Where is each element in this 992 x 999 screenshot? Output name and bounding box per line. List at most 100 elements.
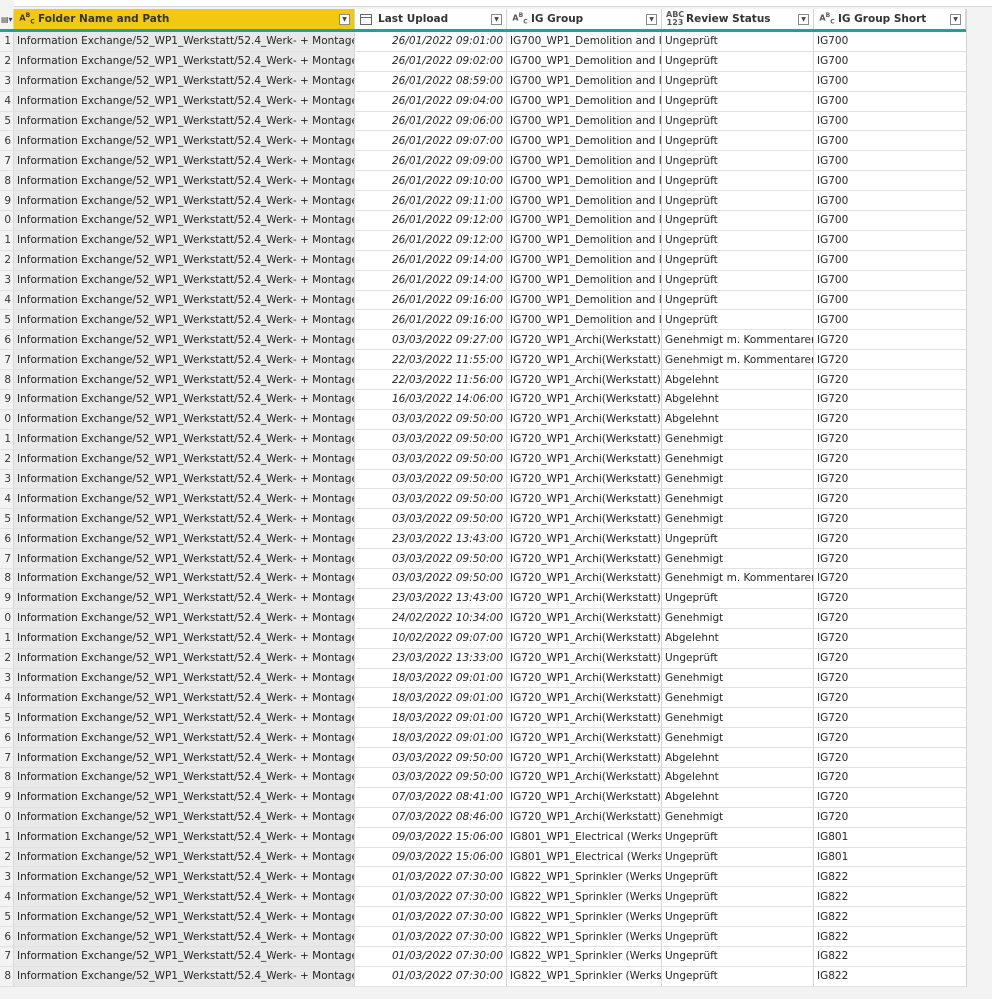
- cell-folder[interactable]: Information Exchange/52_WP1_Werkstatt/52…: [14, 310, 355, 330]
- cell-review-status[interactable]: Ungeprüft: [662, 191, 814, 211]
- cell-last-upload[interactable]: 01/03/2022 07:30:00: [355, 927, 507, 946]
- cell-folder[interactable]: Information Exchange/52_WP1_Werkstatt/52…: [14, 111, 355, 131]
- cell-ig-group-short[interactable]: IG700: [814, 251, 966, 270]
- table-row[interactable]: 7 Information Exchange/52_WP1_Werkstatt/5…: [0, 151, 966, 172]
- cell-last-upload[interactable]: 18/03/2022 09:01:00: [355, 708, 507, 728]
- cell-ig-group[interactable]: IG720_WP1_Archi(Werkstatt)...: [507, 429, 662, 449]
- table-row[interactable]: 8 Information Exchange/52_WP1_Werkstatt/5…: [0, 171, 966, 192]
- cell-ig-group[interactable]: IG720_WP1_Archi(Werkstatt)...: [507, 330, 662, 350]
- cell-ig-group-short[interactable]: IG700: [814, 231, 966, 250]
- table-row[interactable]: 1 Information Exchange/52_WP1_Werkstatt/5…: [0, 827, 966, 848]
- cell-ig-group-short[interactable]: IG720: [814, 609, 966, 628]
- cell-last-upload[interactable]: 07/03/2022 08:41:00: [355, 787, 507, 807]
- cell-ig-group-short[interactable]: IG720: [814, 808, 966, 827]
- cell-ig-group-short[interactable]: IG720: [814, 350, 966, 369]
- cell-last-upload[interactable]: 01/03/2022 07:30:00: [355, 946, 507, 966]
- row-number[interactable]: 1: [0, 230, 14, 250]
- cell-ig-group-short[interactable]: IG720: [814, 370, 966, 389]
- cell-folder[interactable]: Information Exchange/52_WP1_Werkstatt/52…: [14, 71, 355, 91]
- row-number[interactable]: 6: [0, 529, 14, 549]
- cell-review-status[interactable]: Ungeprüft: [662, 648, 814, 668]
- cell-ig-group-short[interactable]: IG720: [814, 489, 966, 508]
- column-header-ig-group-short[interactable]: ABC IG Group Short ▼: [814, 9, 966, 29]
- row-number[interactable]: 5: [0, 310, 14, 330]
- cell-folder[interactable]: Information Exchange/52_WP1_Werkstatt/52…: [14, 728, 355, 748]
- cell-review-status[interactable]: Abgelehnt: [662, 767, 814, 787]
- cell-ig-group[interactable]: IG700_WP1_Demolition and I...: [507, 111, 662, 131]
- cell-ig-group-short[interactable]: IG700: [814, 291, 966, 310]
- table-row[interactable]: 6 Information Exchange/52_WP1_Werkstatt/5…: [0, 131, 966, 152]
- cell-ig-group-short[interactable]: IG720: [814, 430, 966, 449]
- cell-review-status[interactable]: Ungeprüft: [662, 907, 814, 927]
- cell-review-status[interactable]: Ungeprüft: [662, 91, 814, 111]
- row-number[interactable]: 9: [0, 390, 14, 409]
- cell-ig-group-short[interactable]: IG720: [814, 390, 966, 409]
- table-row[interactable]: 0 Information Exchange/52_WP1_Werkstatt/5…: [0, 409, 966, 430]
- row-number[interactable]: 8: [0, 966, 14, 986]
- cell-last-upload[interactable]: 26/01/2022 09:12:00: [355, 230, 507, 250]
- cell-ig-group[interactable]: IG700_WP1_Demolition and I...: [507, 310, 662, 330]
- row-number[interactable]: 4: [0, 91, 14, 111]
- row-number[interactable]: 2: [0, 648, 14, 668]
- cell-ig-group-short[interactable]: IG700: [814, 310, 966, 329]
- cell-folder[interactable]: Information Exchange/52_WP1_Werkstatt/52…: [14, 767, 355, 787]
- table-row[interactable]: 8 Information Exchange/52_WP1_Werkstatt/5…: [0, 370, 966, 391]
- cell-ig-group-short[interactable]: IG720: [814, 569, 966, 588]
- cell-review-status[interactable]: Ungeprüft: [662, 71, 814, 91]
- table-row[interactable]: 4 Information Exchange/52_WP1_Werkstatt/5…: [0, 887, 966, 908]
- cell-review-status[interactable]: Ungeprüft: [662, 250, 814, 270]
- cell-ig-group[interactable]: IG801_WP1_Electrical (Werks...: [507, 827, 662, 847]
- cell-ig-group[interactable]: IG700_WP1_Demolition and I...: [507, 191, 662, 211]
- cell-last-upload[interactable]: 01/03/2022 07:30:00: [355, 907, 507, 927]
- cell-review-status[interactable]: Ungeprüft: [662, 290, 814, 310]
- row-number[interactable]: 8: [0, 569, 14, 588]
- cell-last-upload[interactable]: 16/03/2022 14:06:00: [355, 390, 507, 409]
- column-header-ig-group[interactable]: ABC IG Group ▼: [507, 9, 662, 29]
- cell-folder[interactable]: Information Exchange/52_WP1_Werkstatt/52…: [14, 946, 355, 966]
- cell-last-upload[interactable]: 26/01/2022 09:16:00: [355, 290, 507, 310]
- table-row[interactable]: 2 Information Exchange/52_WP1_Werkstatt/5…: [0, 648, 966, 669]
- cell-review-status[interactable]: Genehmigt: [662, 608, 814, 628]
- cell-review-status[interactable]: Genehmigt: [662, 728, 814, 748]
- datetime-type-icon[interactable]: [360, 13, 372, 25]
- table-row[interactable]: 8 Information Exchange/52_WP1_Werkstatt/5…: [0, 569, 966, 589]
- cell-review-status[interactable]: Ungeprüft: [662, 588, 814, 608]
- cell-last-upload[interactable]: 26/01/2022 09:09:00: [355, 151, 507, 171]
- row-number[interactable]: 1: [0, 827, 14, 847]
- cell-ig-group-short[interactable]: IG720: [814, 728, 966, 747]
- row-number[interactable]: 7: [0, 549, 14, 569]
- cell-ig-group[interactable]: IG822_WP1_Sprinkler (Werks...: [507, 966, 662, 986]
- table-row[interactable]: 7 Information Exchange/52_WP1_Werkstatt/5…: [0, 748, 966, 768]
- cell-last-upload[interactable]: 18/03/2022 09:01:00: [355, 668, 507, 688]
- cell-review-status[interactable]: Ungeprüft: [662, 847, 814, 867]
- row-number[interactable]: 3: [0, 867, 14, 887]
- table-row[interactable]: 2 Information Exchange/52_WP1_Werkstatt/5…: [0, 847, 966, 868]
- cell-ig-group-short[interactable]: IG720: [814, 669, 966, 688]
- cell-review-status[interactable]: Genehmigt: [662, 688, 814, 708]
- cell-ig-group[interactable]: IG700_WP1_Demolition and I...: [507, 230, 662, 250]
- cell-ig-group[interactable]: IG822_WP1_Sprinkler (Werks...: [507, 946, 662, 966]
- cell-ig-group-short[interactable]: IG700: [814, 32, 966, 51]
- cell-folder[interactable]: Information Exchange/52_WP1_Werkstatt/52…: [14, 648, 355, 668]
- cell-ig-group-short[interactable]: IG720: [814, 788, 966, 807]
- cell-ig-group-short[interactable]: IG720: [814, 509, 966, 528]
- row-number[interactable]: 5: [0, 708, 14, 728]
- row-number[interactable]: 2: [0, 449, 14, 469]
- cell-review-status[interactable]: Genehmigt m. Kommentaren: [662, 350, 814, 370]
- cell-ig-group[interactable]: IG720_WP1_Archi(Werkstatt)...: [507, 509, 662, 529]
- cell-last-upload[interactable]: 03/03/2022 09:50:00: [355, 469, 507, 489]
- cell-folder[interactable]: Information Exchange/52_WP1_Werkstatt/52…: [14, 748, 355, 767]
- cell-folder[interactable]: Information Exchange/52_WP1_Werkstatt/52…: [14, 250, 355, 270]
- table-row[interactable]: 0 Information Exchange/52_WP1_Werkstatt/5…: [0, 608, 966, 629]
- row-number[interactable]: 2: [0, 847, 14, 867]
- cell-ig-group[interactable]: IG700_WP1_Demolition and I...: [507, 32, 662, 51]
- row-number[interactable]: 3: [0, 668, 14, 688]
- table-row[interactable]: 5 Information Exchange/52_WP1_Werkstatt/5…: [0, 907, 966, 928]
- cell-folder[interactable]: Information Exchange/52_WP1_Werkstatt/52…: [14, 51, 355, 71]
- cell-ig-group-short[interactable]: IG720: [814, 629, 966, 648]
- cell-ig-group-short[interactable]: IG822: [814, 927, 966, 946]
- row-number[interactable]: 3: [0, 469, 14, 489]
- filter-dropdown-icon[interactable]: ▼: [339, 13, 350, 25]
- row-number[interactable]: 6: [0, 728, 14, 748]
- cell-folder[interactable]: Information Exchange/52_WP1_Werkstatt/52…: [14, 708, 355, 728]
